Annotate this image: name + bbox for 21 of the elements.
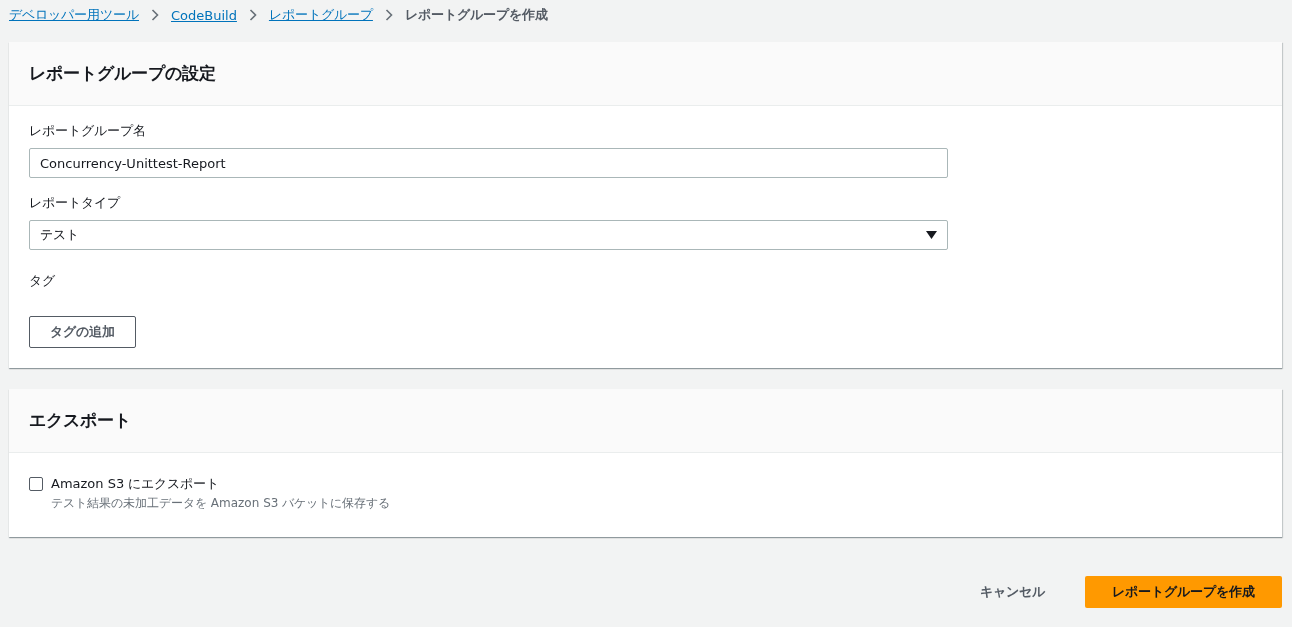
- select-field[interactable]: テスト: [29, 220, 948, 250]
- breadcrumb-link[interactable]: CodeBuild: [171, 7, 237, 23]
- add-tag-button[interactable]: タグの追加: [29, 316, 136, 348]
- checkbox[interactable]: [29, 477, 43, 491]
- input-field[interactable]: Concurrency-Unittest-Report: [29, 148, 948, 178]
- field-label: タグ: [29, 272, 56, 290]
- checkbox-description: テスト結果の未加工データを Amazon S3 バケットに保存する: [51, 495, 391, 512]
- field-label: レポートタイプ: [29, 194, 122, 212]
- chevron-right-icon: [384, 9, 393, 21]
- cancel-button[interactable]: キャンセル: [960, 576, 1065, 608]
- chevron-right-icon: [151, 9, 159, 21]
- create-button[interactable]: レポートグループを作成: [1085, 576, 1282, 608]
- breadcrumb-link[interactable]: デベロッパー用ツール: [9, 6, 139, 24]
- panel-title: レポートグループの設定: [29, 62, 216, 85]
- checkbox-label: Amazon S3 にエクスポート: [51, 475, 221, 493]
- caret-down-icon: [926, 231, 937, 239]
- breadcrumb-current: レポートグループを作成: [404, 6, 548, 24]
- breadcrumb-link[interactable]: レポートグループ: [268, 6, 373, 24]
- panel-title: エクスポート: [29, 409, 131, 432]
- chevron-right-icon: [248, 9, 257, 21]
- field-label: レポートグループ名: [29, 122, 147, 140]
